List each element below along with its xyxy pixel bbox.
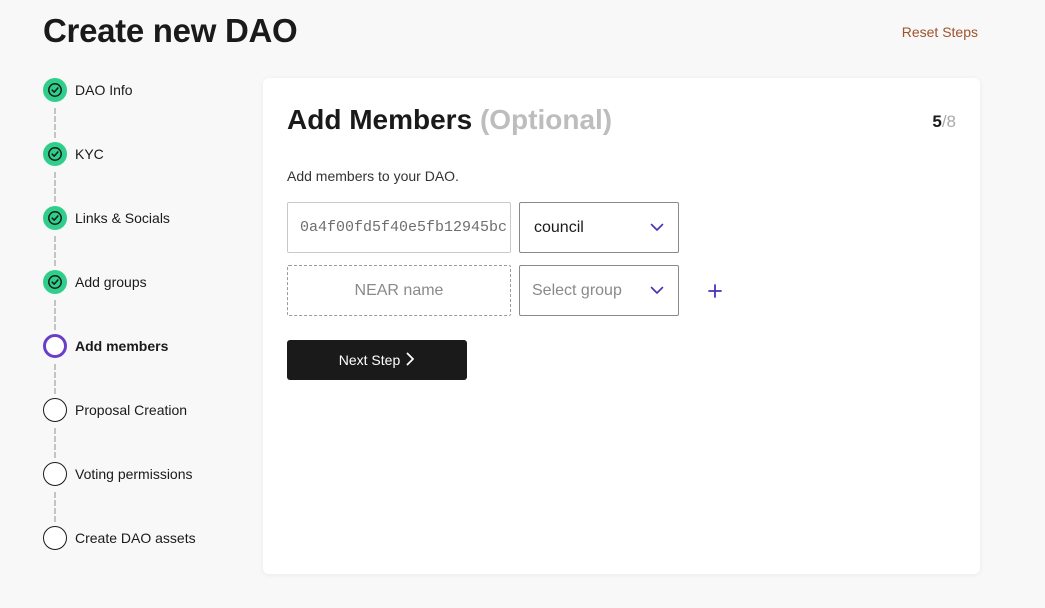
step-dao-info[interactable]: DAO Info (43, 78, 253, 142)
step-label: Add groups (75, 274, 147, 290)
card-title-optional: (Optional) (479, 104, 613, 135)
add-member-plus-icon[interactable] (705, 281, 725, 301)
current-step-circle-icon (43, 334, 67, 358)
stepper: DAO Info KYC Links & Socials Add groups … (43, 78, 253, 590)
step-connector (54, 108, 56, 138)
select-group-dropdown[interactable]: Select group (519, 265, 679, 316)
new-member-row: NEAR name Select group (287, 265, 725, 316)
step-kyc[interactable]: KYC (43, 142, 253, 206)
card-title-main: Add Members (287, 104, 473, 135)
chevron-down-icon (650, 221, 664, 235)
step-connector (54, 492, 56, 522)
step-label: Links & Socials (75, 210, 170, 226)
member-group-select[interactable]: council (519, 202, 679, 253)
step-counter-total: /8 (941, 112, 956, 131)
step-links-socials[interactable]: Links & Socials (43, 206, 253, 270)
card-title: Add Members (Optional) (287, 104, 612, 136)
step-connector (54, 300, 56, 330)
chevron-down-icon (650, 284, 664, 298)
step-create-dao-assets[interactable]: Create DAO assets (43, 526, 253, 590)
member-group-value: council (534, 218, 584, 236)
card-description: Add members to your DAO. (287, 168, 459, 184)
empty-circle-icon (43, 462, 67, 486)
step-connector (54, 236, 56, 266)
step-voting-permissions[interactable]: Voting permissions (43, 462, 253, 526)
step-label: KYC (75, 146, 104, 162)
step-label: Voting permissions (75, 466, 193, 482)
check-circle-icon (43, 142, 67, 166)
step-label: Proposal Creation (75, 402, 188, 418)
step-add-groups[interactable]: Add groups (43, 270, 253, 334)
select-group-placeholder: Select group (532, 281, 622, 299)
step-proposal-creation[interactable]: Proposal Creation (43, 398, 253, 462)
step-label: DAO Info (75, 82, 133, 98)
step-counter-current: 5 (932, 112, 942, 131)
step-connector (54, 364, 56, 394)
empty-circle-icon (43, 526, 67, 550)
add-members-card: Add Members (Optional) 5/8 Add members t… (263, 78, 980, 574)
member-row: 0a4f00fd5f40e5fb12945bc council (287, 202, 679, 253)
empty-circle-icon (43, 398, 67, 422)
step-counter: 5/8 (932, 112, 956, 132)
step-label: Add members (75, 338, 169, 354)
chevron-right-icon (406, 352, 415, 369)
page-title: Create new DAO (43, 12, 298, 49)
step-add-members[interactable]: Add members (43, 334, 253, 398)
next-step-label: Next Step (338, 352, 401, 368)
member-name-input[interactable]: 0a4f00fd5f40e5fb12945bc (287, 202, 511, 253)
step-connector (54, 172, 56, 202)
check-circle-icon (43, 78, 67, 102)
step-connector (54, 428, 56, 458)
step-label: Create DAO assets (75, 530, 196, 546)
near-name-input[interactable]: NEAR name (287, 265, 511, 316)
check-circle-icon (43, 206, 67, 230)
check-circle-icon (43, 270, 67, 294)
reset-steps-link[interactable]: Reset Steps (902, 24, 978, 40)
next-step-button[interactable]: Next Step (287, 340, 467, 380)
